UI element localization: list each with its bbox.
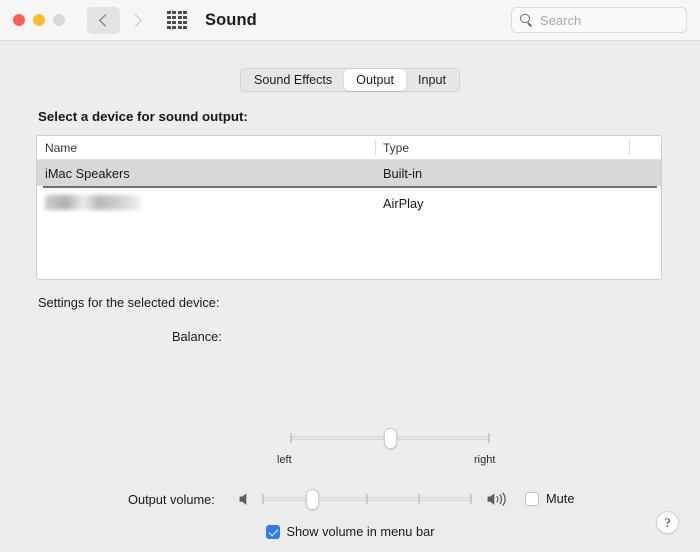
table-row[interactable]: AirPlay xyxy=(37,190,661,216)
grid-dot xyxy=(177,11,182,15)
forward-button xyxy=(120,7,153,34)
grid-dot xyxy=(172,11,177,15)
grid-dot xyxy=(177,15,182,20)
tab-input[interactable]: Input xyxy=(406,69,458,91)
tab-sound-effects[interactable]: Sound Effects xyxy=(242,69,344,91)
grid-dot xyxy=(183,11,187,15)
search-field[interactable] xyxy=(511,7,687,33)
back-button[interactable] xyxy=(87,6,120,34)
output-volume-slider[interactable] xyxy=(262,489,472,510)
grid-dot xyxy=(177,25,182,29)
selection-separator-line xyxy=(43,186,657,188)
column-header-name[interactable]: Name xyxy=(45,141,77,155)
chevron-right-icon xyxy=(128,13,142,27)
window-titlebar: Sound xyxy=(0,0,700,41)
close-window-button[interactable] xyxy=(13,14,25,26)
chevron-left-icon xyxy=(98,13,112,27)
output-device-table[interactable]: Name Type iMac Speakers Built-in AirPlay xyxy=(36,135,662,280)
grid-dot xyxy=(183,25,187,29)
tab-bar: Sound Effects Output Input xyxy=(0,68,700,92)
table-row[interactable]: iMac Speakers Built-in xyxy=(37,160,661,186)
speaker-icon xyxy=(238,491,254,513)
grid-dot xyxy=(177,20,182,25)
balance-left-label: left xyxy=(277,454,292,466)
grid-dot xyxy=(172,20,177,25)
table-header-row: Name Type xyxy=(37,136,661,160)
traffic-light-buttons xyxy=(13,14,65,26)
device-type: AirPlay xyxy=(383,195,424,211)
mute-checkbox[interactable] xyxy=(525,491,539,506)
output-volume-row: Output volume: Mute xyxy=(0,489,700,511)
grid-dot xyxy=(167,20,171,25)
column-divider[interactable] xyxy=(629,140,630,155)
balance-right-label: right xyxy=(474,454,496,466)
grid-dot xyxy=(172,25,177,29)
tab-strip: Sound Effects Output Input xyxy=(239,68,460,92)
balance-slider-thumb[interactable] xyxy=(383,428,397,449)
window-title: Sound xyxy=(205,10,257,29)
mute-label: Mute xyxy=(546,491,575,506)
column-header-type[interactable]: Type xyxy=(383,141,409,155)
slider-tick xyxy=(488,433,490,443)
show-volume-menubar-row: Show volume in menu bar xyxy=(0,524,700,539)
grid-dot xyxy=(172,15,177,20)
grid-dot xyxy=(167,15,171,20)
search-icon xyxy=(520,13,533,27)
slider-tick xyxy=(418,494,420,504)
tab-output[interactable]: Output xyxy=(344,69,406,91)
grid-dot xyxy=(167,25,171,29)
show-volume-label: Show volume in menu bar xyxy=(286,524,435,539)
mute-checkbox-group[interactable]: Mute xyxy=(525,491,574,506)
output-volume-slider-thumb[interactable] xyxy=(305,489,319,510)
device-type: Built-in xyxy=(383,165,423,181)
slider-tick xyxy=(262,494,264,504)
column-divider[interactable] xyxy=(375,140,376,155)
sound-preferences-window: Sound Sound Effects Output Input Select … xyxy=(0,0,700,552)
grid-dot xyxy=(183,15,187,20)
balance-label: Balance: xyxy=(172,329,222,344)
zoom-window-button xyxy=(53,14,65,26)
slider-tick xyxy=(290,433,292,443)
device-name-redacted xyxy=(45,195,141,210)
minimize-window-button[interactable] xyxy=(33,14,45,26)
search-input[interactable] xyxy=(540,12,670,28)
output-settings-panel: Select a device for sound output: Name T… xyxy=(18,94,682,534)
grid-dot xyxy=(183,20,187,25)
device-name: iMac Speakers xyxy=(45,165,130,181)
settings-section-label: Settings for the selected device: xyxy=(38,295,220,310)
navigation-buttons xyxy=(87,6,153,34)
show-all-grid-icon[interactable] xyxy=(167,11,187,29)
section-title: Select a device for sound output: xyxy=(38,109,248,124)
slider-tick xyxy=(366,494,368,504)
speaker-waves-icon xyxy=(486,491,512,513)
show-volume-checkbox[interactable] xyxy=(265,524,280,539)
show-volume-checkbox-group[interactable]: Show volume in menu bar xyxy=(265,524,435,539)
balance-slider[interactable] xyxy=(290,428,490,449)
slider-tick xyxy=(470,494,472,504)
output-volume-label: Output volume: xyxy=(128,492,215,507)
grid-dot xyxy=(167,11,171,15)
